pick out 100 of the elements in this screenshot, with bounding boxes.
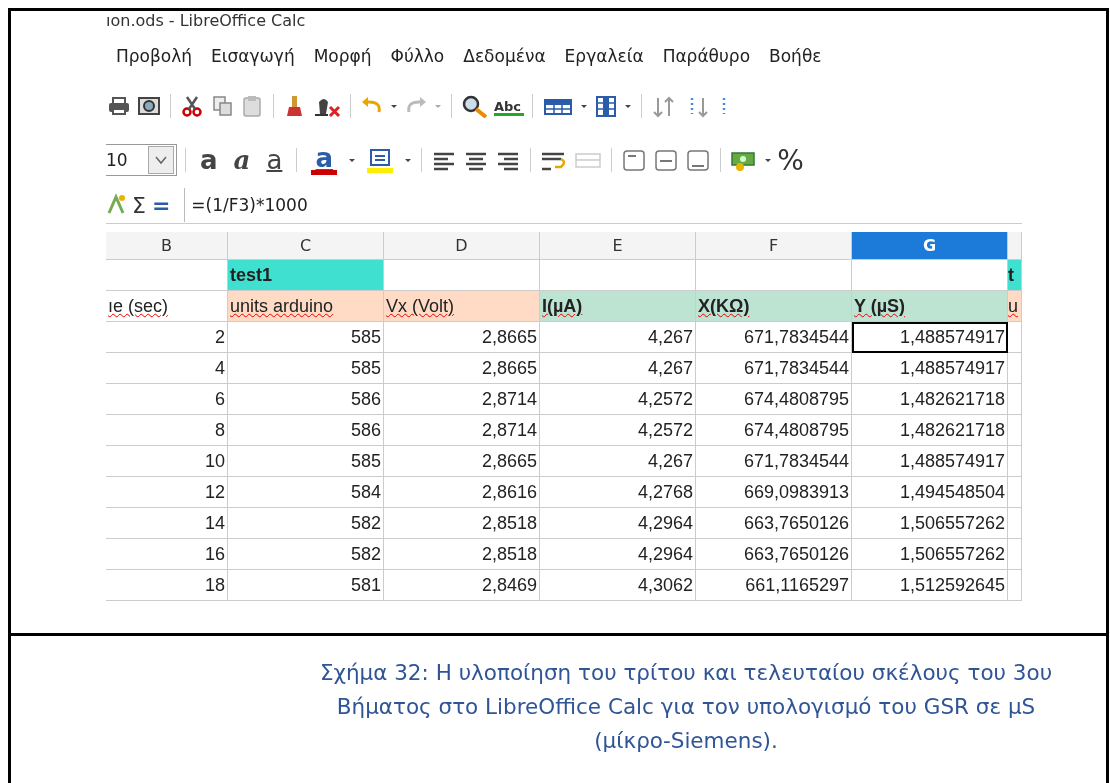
table-cell: units arduino bbox=[228, 291, 384, 322]
table-cell: 671,7834544 bbox=[696, 446, 852, 477]
caret-icon bbox=[155, 155, 167, 165]
table-cell: 1,488574917 bbox=[852, 446, 1008, 477]
table-cell: 4,267 bbox=[540, 446, 696, 477]
table-cell: 12 bbox=[106, 477, 228, 508]
table-cell: 4,2572 bbox=[540, 384, 696, 415]
table-cell: 2,8518 bbox=[384, 539, 540, 570]
dropdown-button[interactable] bbox=[148, 146, 174, 174]
table-cell bbox=[1008, 353, 1022, 384]
table-cell: 585 bbox=[228, 322, 384, 353]
table-cell: 586 bbox=[228, 415, 384, 446]
table-cell bbox=[1008, 570, 1022, 601]
table-cell: 1,488574917 bbox=[852, 353, 1008, 384]
column-header[interactable]: B bbox=[106, 232, 228, 260]
table-cell: 663,7650126 bbox=[696, 539, 852, 570]
table-cell: 6 bbox=[106, 384, 228, 415]
menu-item[interactable]: Μορφή bbox=[303, 46, 381, 66]
table-cell: 2,8616 bbox=[384, 477, 540, 508]
formula-field[interactable]: =(1/F3)*1000 bbox=[184, 188, 1022, 222]
italic-button[interactable]: a bbox=[227, 148, 257, 172]
table-cell: u bbox=[1008, 291, 1022, 322]
function-button[interactable]: = bbox=[151, 192, 171, 218]
table-cell: 2 bbox=[106, 322, 228, 353]
table-cell: I(µA) bbox=[540, 291, 696, 322]
bold-button[interactable]: a bbox=[194, 148, 224, 172]
table-cell: 16 bbox=[106, 539, 228, 570]
table-cell: 1,506557262 bbox=[852, 508, 1008, 539]
table-cell: 10 bbox=[106, 446, 228, 477]
table-cell bbox=[1008, 477, 1022, 508]
table-cell bbox=[1008, 415, 1022, 446]
table-cell: Y (µS) bbox=[852, 291, 1008, 322]
table-cell: 2,8714 bbox=[384, 384, 540, 415]
print-preview-icon[interactable] bbox=[136, 94, 162, 118]
figure-caption: Σχήμα 32: Η υλοποίηση του τρίτου και τελευταίου σκέλους του 3ου Βήματος στο LibreOffice Calc για τον υπολογισμό του GSR σε μS (μίκρο-Siemens). bbox=[318, 659, 1054, 755]
table-cell: 2,8665 bbox=[384, 446, 540, 477]
sum-button[interactable]: Σ bbox=[132, 192, 146, 218]
column-header[interactable]: C bbox=[228, 232, 384, 260]
font-size-field[interactable]: 10 bbox=[106, 144, 177, 176]
table-cell: 674,4808795 bbox=[696, 415, 852, 446]
table-cell: 586 bbox=[228, 384, 384, 415]
menu-item[interactable]: Προβολή bbox=[106, 46, 202, 66]
column-header[interactable]: D bbox=[384, 232, 540, 260]
table-cell: X(KΩ) bbox=[696, 291, 852, 322]
table-cell: 1,482621718 bbox=[852, 384, 1008, 415]
table-cell bbox=[1008, 508, 1022, 539]
table-cell: 582 bbox=[228, 539, 384, 570]
menu-item[interactable]: Δεδομένα bbox=[453, 46, 555, 66]
table-columns-icon[interactable] bbox=[593, 94, 619, 118]
menu-item[interactable]: Εισαγωγή bbox=[201, 46, 304, 66]
table-cell: 582 bbox=[228, 508, 384, 539]
table-cell: 4,2964 bbox=[540, 508, 696, 539]
table-cell: 8 bbox=[106, 415, 228, 446]
table-cell: 14 bbox=[106, 508, 228, 539]
table-cell: 669,0983913 bbox=[696, 477, 852, 508]
table-cell: 4,2964 bbox=[540, 539, 696, 570]
column-header[interactable]: E bbox=[540, 232, 696, 260]
table-cell: 584 bbox=[228, 477, 384, 508]
table-cell: 2,8518 bbox=[384, 508, 540, 539]
table-cell: 4,267 bbox=[540, 322, 696, 353]
table-cell: 661,1165297 bbox=[696, 570, 852, 601]
table-cell: 581 bbox=[228, 570, 384, 601]
window-title: ıon.ods - LibreOffice Calc bbox=[106, 11, 307, 32]
table-cell: 1,506557262 bbox=[852, 539, 1008, 570]
table-cell: 671,7834544 bbox=[696, 353, 852, 384]
menu-item[interactable]: Φύλλο bbox=[380, 46, 454, 66]
table-cell: 2,8665 bbox=[384, 322, 540, 353]
cut-icon[interactable] bbox=[179, 94, 205, 118]
table-cell: 4 bbox=[106, 353, 228, 384]
menu-item[interactable]: Βοήθε bbox=[759, 46, 831, 66]
printer-icon[interactable] bbox=[106, 94, 132, 118]
menu-item[interactable]: Εργαλεία bbox=[554, 46, 653, 66]
table-cell: 2,8469 bbox=[384, 570, 540, 601]
table-cell: 4,3062 bbox=[540, 570, 696, 601]
highlight-icon bbox=[369, 147, 392, 168]
column-header[interactable]: F bbox=[696, 232, 852, 260]
table-cell: 4,2768 bbox=[540, 477, 696, 508]
underline-button[interactable]: a bbox=[260, 148, 289, 172]
table-cell: Vx (Volt) bbox=[384, 291, 540, 322]
table-cell: t bbox=[1008, 260, 1022, 291]
table-cell: 1,482621718 bbox=[852, 415, 1008, 446]
table-cell: 585 bbox=[228, 446, 384, 477]
menu-item[interactable]: Παράθυρο bbox=[652, 46, 760, 66]
table-cell: 18 bbox=[106, 570, 228, 601]
table-cell: 674,4808795 bbox=[696, 384, 852, 415]
table-cell: 1,494548504 bbox=[852, 477, 1008, 508]
table-cell bbox=[1008, 384, 1022, 415]
table-cell: 1,512592645 bbox=[852, 570, 1008, 601]
table-cell: 2,8665 bbox=[384, 353, 540, 384]
font-color-button[interactable]: a bbox=[305, 145, 344, 175]
table-cell: 585 bbox=[228, 353, 384, 384]
table-cell bbox=[1008, 539, 1022, 570]
table-cell: 671,7834544 bbox=[696, 322, 852, 353]
column-header[interactable]: G bbox=[852, 232, 1008, 260]
table-cell bbox=[1008, 446, 1022, 477]
percent-button[interactable]: % bbox=[777, 143, 804, 177]
table-cell: 663,7650126 bbox=[696, 508, 852, 539]
find-replace-icon[interactable] bbox=[460, 94, 490, 118]
table-cell: 4,2572 bbox=[540, 415, 696, 446]
table-cell: 2,8714 bbox=[384, 415, 540, 446]
